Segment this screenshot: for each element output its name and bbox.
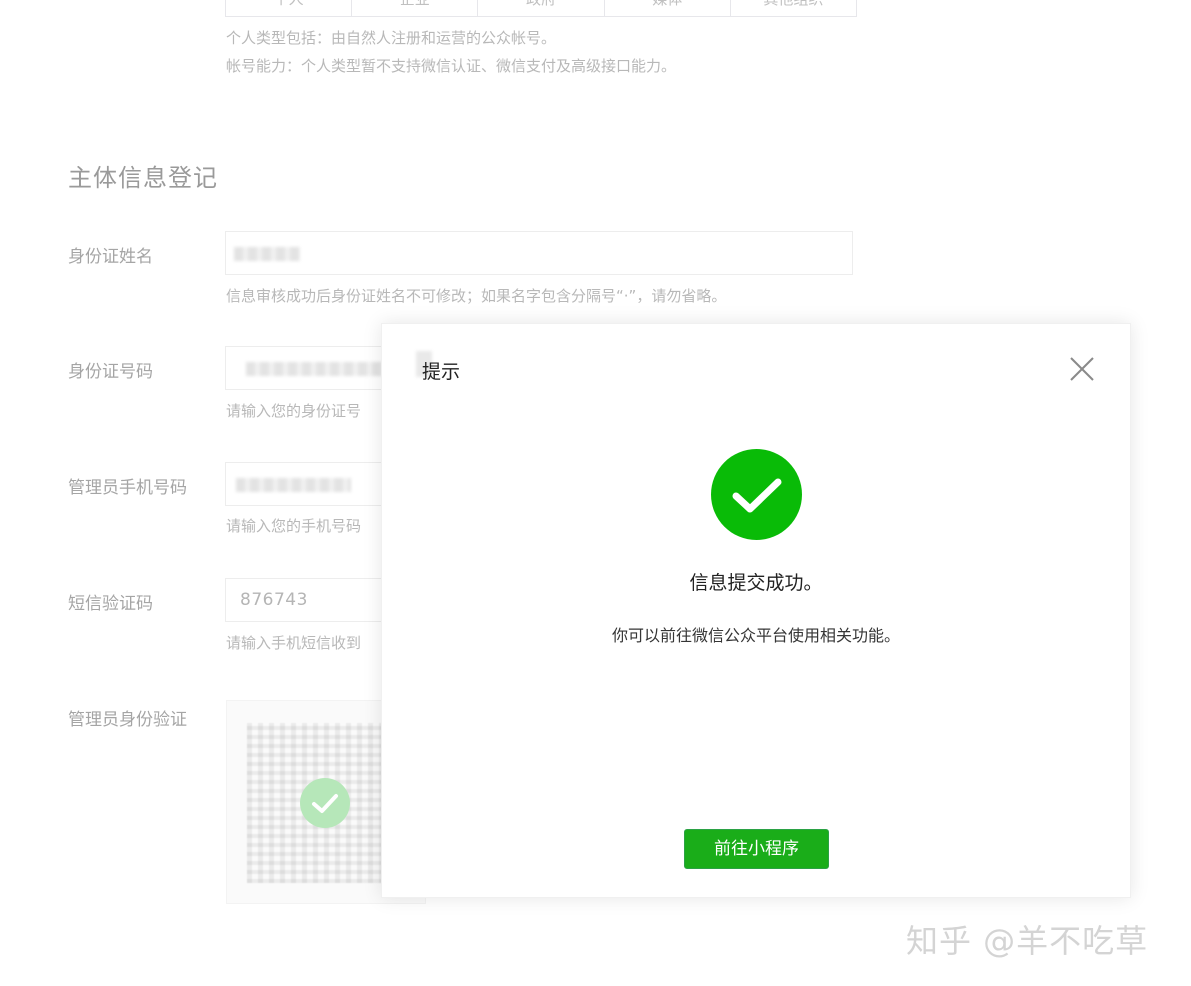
success-description: 你可以前往微信公众平台使用相关功能。 [611, 626, 900, 645]
success-message: 信息提交成功。 [689, 572, 823, 594]
dialog-title: 提示 [422, 361, 461, 383]
success-check-icon [711, 449, 802, 540]
success-dialog: 提示 信息提交成功。 你可以前往微信公众平台使用相关功能。 前往小程序 [381, 323, 1131, 898]
watermark: 知乎 @羊不吃草 [906, 922, 1149, 960]
close-button[interactable] [1067, 354, 1097, 384]
go-to-miniprogram-button[interactable]: 前往小程序 [684, 829, 829, 869]
close-icon [1070, 357, 1094, 381]
